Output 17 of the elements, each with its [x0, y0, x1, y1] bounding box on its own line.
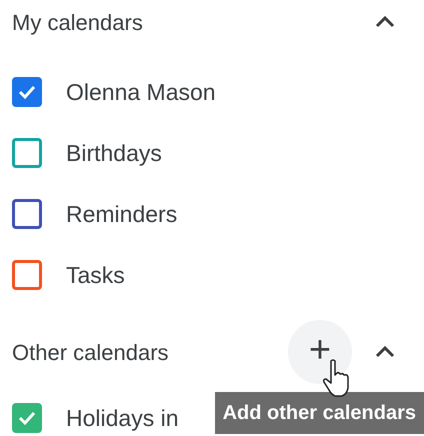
checkbox[interactable] — [12, 138, 42, 168]
calendar-name: Reminders — [66, 200, 178, 229]
tooltip: Add other calendars — [214, 392, 424, 434]
section-title: Other calendars — [12, 338, 170, 366]
checkbox[interactable] — [12, 260, 42, 290]
calendar-name: Holidays in — [66, 404, 178, 433]
section-title: My calendars — [12, 8, 144, 37]
add-button[interactable]: + — [288, 320, 352, 384]
checkbox[interactable] — [12, 199, 42, 229]
calendar-name: Birthdays — [66, 138, 162, 168]
checkbox[interactable] — [12, 403, 42, 433]
hand-pointer-icon — [322, 358, 352, 398]
checkbox[interactable] — [12, 77, 42, 107]
calendar-name: Tasks — [66, 260, 125, 290]
calendar-name: Olenna Mason — [66, 78, 216, 107]
collapse-icon[interactable] — [374, 345, 396, 359]
collapse-icon[interactable] — [374, 15, 396, 29]
